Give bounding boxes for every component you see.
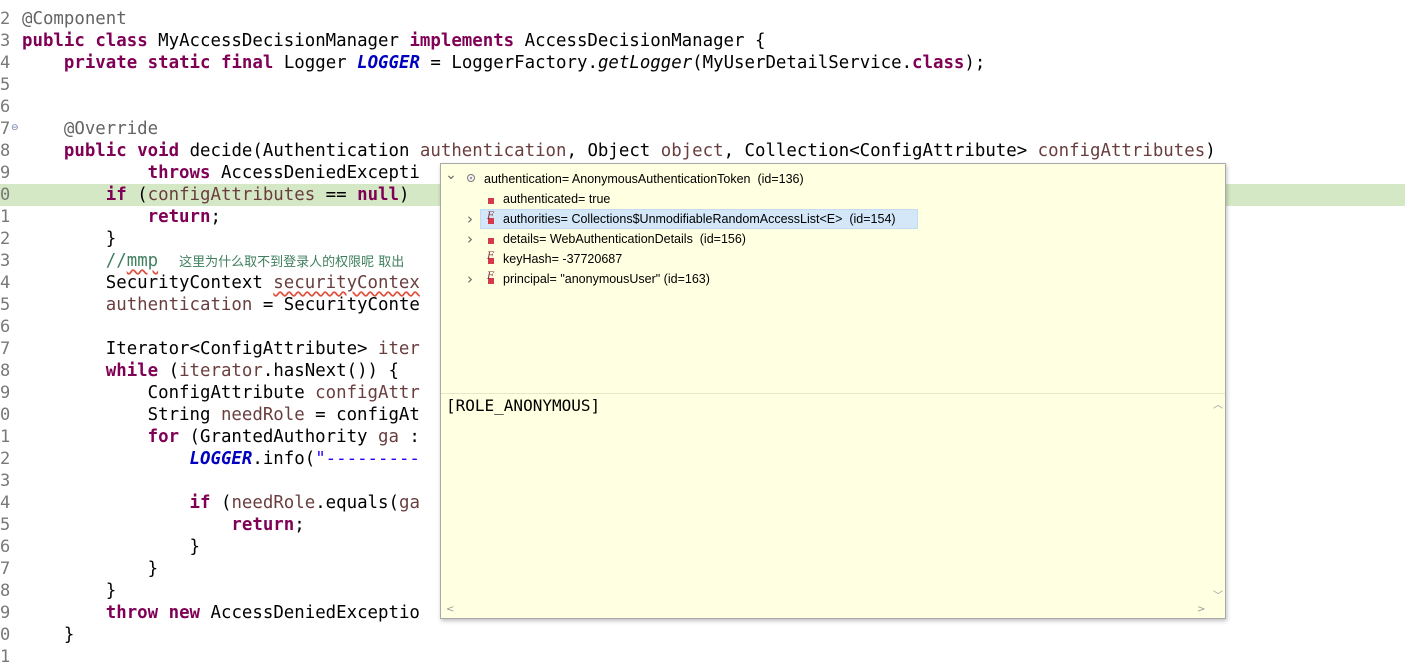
- tree-row-keyhash[interactable]: FkeyHash= -37720687: [441, 249, 1221, 269]
- code-text: String needRole = configAt: [22, 405, 420, 425]
- line-number: 0: [0, 405, 10, 425]
- line-number: 1: [0, 647, 10, 667]
- fold-collapse-icon[interactable]: ⊖: [11, 122, 19, 134]
- code-text: SecurityContext securityContex: [22, 273, 420, 293]
- line-number: 7: [0, 559, 10, 579]
- chevron-right-icon[interactable]: ›: [464, 229, 476, 249]
- code-text: }: [22, 625, 75, 645]
- line-number: 1: [0, 427, 10, 447]
- tree-row-authorities[interactable]: › Fauthorities= Collections$UnmodifiableR…: [441, 209, 1221, 229]
- line-number: 8: [0, 141, 10, 161]
- code-text: if (needRole.equals(ga: [189, 493, 420, 513]
- final-field-icon: F: [487, 211, 494, 224]
- code-text: return;: [147, 207, 221, 227]
- line-number: 7: [0, 339, 10, 359]
- code-text: throws AccessDeniedExcepti: [147, 163, 420, 183]
- code-line[interactable]: 3 public class MyAccessDecisionManager im…: [0, 30, 1405, 52]
- code-line[interactable]: 7 ⊖ @Override: [0, 118, 1405, 140]
- scroll-right-icon[interactable]: >: [1197, 604, 1205, 615]
- code-text: }: [22, 581, 117, 601]
- code-line[interactable]: 1: [0, 646, 1405, 668]
- final-field-icon: F: [487, 251, 494, 264]
- code-text: Iterator<ConfigAttribute> iter: [22, 339, 420, 359]
- debug-hover-popup[interactable]: ⌄ authentication= AnonymousAuthentication…: [440, 163, 1226, 619]
- tree-row-details[interactable]: › details= WebAuthenticationDetails (id=1…: [441, 229, 1221, 249]
- line-number: 6: [0, 537, 10, 557]
- code-text: }: [22, 229, 117, 249]
- line-number: 3: [0, 31, 10, 51]
- code-text: @Override: [63, 119, 159, 139]
- line-number: 8: [0, 361, 10, 381]
- line-number: 3: [0, 471, 10, 491]
- code-line[interactable]: 6: [0, 96, 1405, 118]
- line-number: 4: [0, 493, 10, 513]
- detail-value: [ROLE_ANONYMOUS]: [446, 396, 601, 415]
- tree-row-principal[interactable]: › Fprincipal= "anonymousUser" (id=163): [441, 269, 1221, 289]
- code-line[interactable]: 8 public void decide(Authentication auth…: [0, 140, 1405, 162]
- detail-pane[interactable]: [ROLE_ANONYMOUS]: [441, 394, 1209, 603]
- code-text: if (configAttributes == null): [105, 185, 410, 205]
- code-text: public void decide(Authentication authen…: [63, 141, 1216, 161]
- line-number: 4: [0, 273, 10, 293]
- line-number: 7: [0, 119, 10, 139]
- line-number: 6: [0, 317, 10, 337]
- code-text: }: [22, 537, 200, 557]
- scroll-up-icon[interactable]: ︿: [1213, 396, 1223, 411]
- line-number: 5: [0, 515, 10, 535]
- line-number: 3: [0, 251, 10, 271]
- code-text: for (GrantedAuthority ga :: [147, 427, 420, 447]
- field-icon: [483, 189, 495, 209]
- horizontal-scrollbar[interactable]: < >: [441, 603, 1210, 618]
- code-text: while (iterator.hasNext()) {: [105, 361, 399, 381]
- vertical-scrollbar[interactable]: ︿ ﹀: [1210, 394, 1225, 603]
- circle-icon: [466, 169, 478, 189]
- scroll-left-icon[interactable]: <: [446, 604, 454, 615]
- final-field-icon: F: [487, 271, 494, 284]
- tree-row-label: authorities= Collections$UnmodifiableRan…: [503, 212, 896, 226]
- code-text: private static final Logger LOGGER = Log…: [63, 53, 986, 73]
- code-text: //mmp 这里为什么取不到登录人的权限呢 取出: [105, 251, 405, 271]
- tree-row-label: authenticated= true: [503, 192, 611, 206]
- code-line[interactable]: 0 }: [0, 624, 1405, 646]
- line-number: 6: [0, 97, 10, 117]
- code-text: authentication = SecurityConte: [105, 295, 420, 315]
- line-number: 9: [0, 163, 10, 183]
- code-line[interactable]: 4 private static final Logger LOGGER = L…: [0, 52, 1405, 74]
- code-text: public class MyAccessDecisionManager imp…: [22, 31, 766, 51]
- tree-row-authenticated[interactable]: authenticated= true: [441, 189, 1221, 209]
- line-number: 2: [0, 229, 10, 249]
- line-number: 5: [0, 75, 10, 95]
- line-number: 9: [0, 383, 10, 403]
- chevron-right-icon[interactable]: ›: [464, 209, 476, 229]
- line-number: 0: [0, 185, 10, 205]
- code-text: return;: [231, 515, 305, 535]
- code-line[interactable]: 2 @Component: [0, 8, 1405, 30]
- code-text: throw new AccessDeniedExceptio: [105, 603, 420, 623]
- code-text: }: [22, 559, 159, 579]
- tree-row-label: authentication= AnonymousAuthenticationT…: [484, 172, 804, 186]
- code-text: ConfigAttribute configAttr: [22, 383, 420, 403]
- tree-row-label: keyHash= -37720687: [503, 252, 623, 266]
- line-number: 1: [0, 207, 10, 227]
- line-number: 2: [0, 9, 10, 29]
- line-number: 0: [0, 625, 10, 645]
- code-text: @Component: [22, 9, 127, 29]
- code-line[interactable]: 5: [0, 74, 1405, 96]
- scroll-down-icon[interactable]: ﹀: [1213, 587, 1223, 602]
- chevron-right-icon[interactable]: ›: [464, 269, 476, 289]
- variable-tree[interactable]: ⌄ authentication= AnonymousAuthentication…: [441, 164, 1225, 390]
- line-number: 8: [0, 581, 10, 601]
- line-number: 5: [0, 295, 10, 315]
- line-number: 9: [0, 603, 10, 623]
- tree-row-label: principal= "anonymousUser" (id=163): [503, 272, 710, 286]
- line-number: 2: [0, 449, 10, 469]
- chevron-down-icon[interactable]: ⌄: [445, 165, 457, 185]
- tree-row-label: details= WebAuthenticationDetails (id=15…: [503, 232, 746, 246]
- line-number: 4: [0, 53, 10, 73]
- tree-row-auth-root[interactable]: ⌄ authentication= AnonymousAuthentication…: [441, 167, 1221, 189]
- field-icon: [483, 229, 495, 249]
